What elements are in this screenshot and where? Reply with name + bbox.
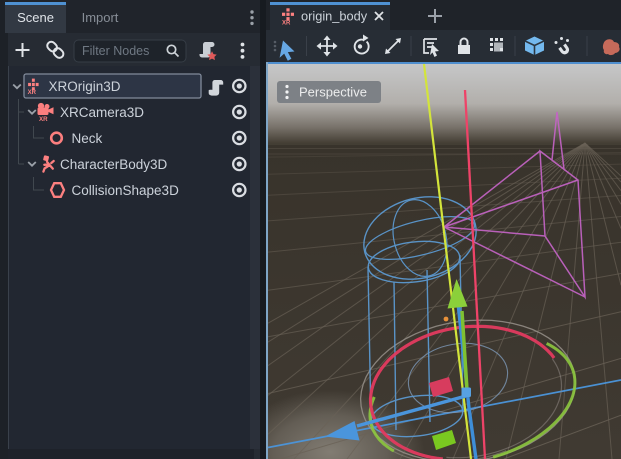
svg-text:XR: XR	[39, 116, 48, 123]
svg-text:origin_body: origin_body	[301, 9, 368, 24]
svg-text:Filter Nodes: Filter Nodes	[82, 44, 149, 58]
svg-text:XR: XR	[28, 90, 37, 96]
svg-text:CharacterBody3D: CharacterBody3D	[60, 157, 168, 172]
svg-text:Perspective: Perspective	[299, 85, 367, 100]
svg-text:CollisionShape3D: CollisionShape3D	[72, 183, 180, 198]
svg-text:XR: XR	[282, 21, 291, 27]
svg-text:XROrigin3D: XROrigin3D	[49, 79, 121, 94]
svg-text:XRCamera3D: XRCamera3D	[60, 105, 144, 120]
svg-text:Neck: Neck	[72, 131, 103, 146]
